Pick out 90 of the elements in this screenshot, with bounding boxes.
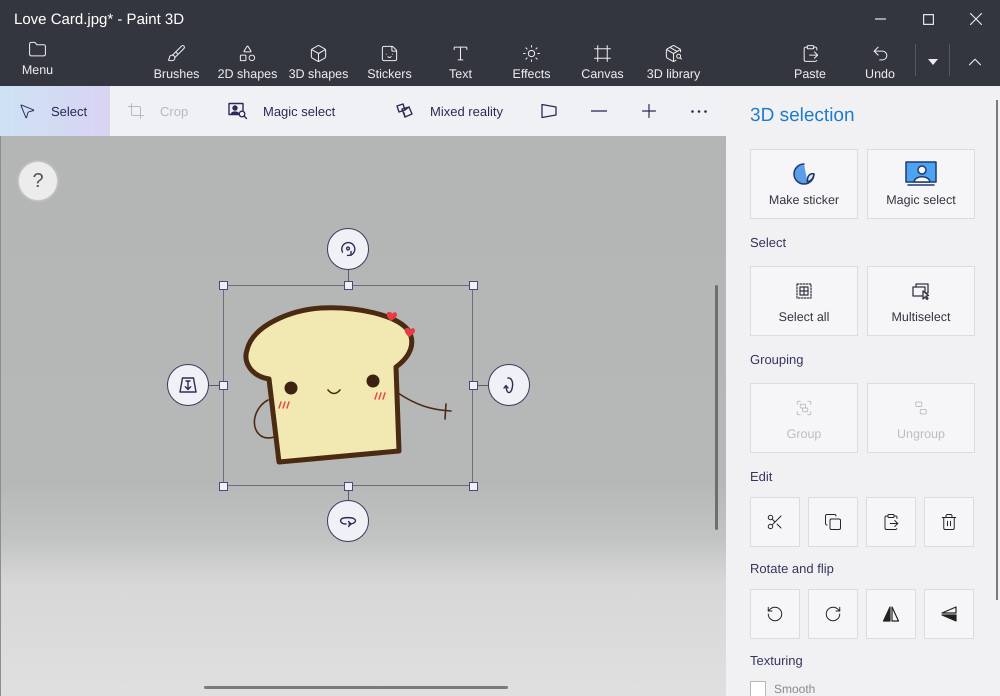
help-button[interactable]: ? [19, 162, 57, 200]
clipboard-icon [800, 44, 820, 63]
magic-select-button[interactable]: Magic select [867, 149, 975, 219]
tool-button[interactable]: Text [425, 38, 496, 86]
tool-button[interactable]: 3D shapes [283, 38, 354, 86]
sticker-icon [792, 162, 816, 186]
scrollbar[interactable] [996, 100, 998, 600]
section-heading: Grouping [750, 351, 804, 369]
resize-handle[interactable] [468, 280, 478, 290]
maximize-icon [922, 14, 934, 24]
resize-handle[interactable] [218, 482, 228, 490]
clipboard-icon [882, 513, 900, 531]
flip-vertical-icon [940, 605, 958, 623]
rotate-handle[interactable] [327, 228, 369, 270]
resize-handle[interactable] [218, 280, 228, 290]
checkbox-label: Smooth [774, 681, 816, 696]
overlapping-cubes-icon [395, 102, 415, 120]
person-search-icon [228, 102, 248, 120]
copy-button[interactable] [808, 497, 858, 547]
crop-icon [127, 102, 145, 120]
horizontal-rotate-handle[interactable] [327, 500, 369, 542]
paste-button[interactable]: Paste [775, 38, 845, 86]
section-heading: Edit [750, 468, 774, 486]
grid-square-icon [796, 283, 812, 299]
sticker-icon [380, 44, 399, 63]
section-heading: Rotate and flip [750, 560, 835, 578]
tool-button[interactable]: Canvas [567, 38, 638, 86]
panel-title: 3D selection [750, 104, 856, 128]
text-icon [451, 44, 470, 63]
flip-horizontal-icon [882, 605, 900, 623]
scrollbar[interactable] [715, 285, 718, 530]
section-heading: Select [750, 234, 788, 252]
tool-tab[interactable]: Mixed reality [380, 86, 524, 136]
scissors-icon [766, 513, 784, 531]
menu-button[interactable]: Menu [0, 38, 75, 86]
multiselect-icon [912, 282, 930, 300]
frame-icon [593, 44, 612, 63]
trapezoid-icon [540, 103, 558, 119]
vertical-rotate-handle[interactable] [488, 364, 530, 406]
copy-icon [824, 513, 842, 531]
flip-horizontal-button[interactable] [866, 589, 916, 639]
rotate-icon [338, 239, 358, 259]
undo-button[interactable]: Undo [845, 38, 915, 86]
minimize-icon [874, 18, 886, 20]
section-heading: Texturing [750, 652, 804, 670]
select-all-button[interactable]: Select all [750, 266, 858, 336]
group-icon [795, 399, 813, 417]
more-icon [691, 110, 707, 112]
paste-button[interactable] [866, 497, 916, 547]
tool-button[interactable]: 2D shapes [212, 38, 283, 86]
person-photo-icon [905, 161, 937, 187]
tool-tab[interactable]: Magic select [220, 86, 380, 136]
tool-tab[interactable]: Select [0, 86, 110, 136]
rotate-left-icon [766, 605, 784, 623]
sun-icon [522, 44, 541, 63]
scrollbar[interactable] [204, 686, 508, 689]
trash-icon [940, 513, 958, 531]
rotate-right-button[interactable] [808, 589, 858, 639]
shapes-icon [238, 44, 257, 63]
connector-line [478, 385, 488, 386]
resize-handle[interactable] [344, 280, 352, 290]
tool-button[interactable]: Stickers [354, 38, 425, 86]
cube-icon [309, 44, 328, 63]
cut-button[interactable] [750, 497, 800, 547]
minus-icon [591, 110, 607, 112]
brush-icon [167, 44, 186, 63]
rotate-left-button[interactable] [750, 589, 800, 639]
checkbox[interactable] [750, 681, 766, 696]
caret-icon [928, 59, 938, 65]
cube-search-icon [664, 44, 683, 63]
resize-handle[interactable] [468, 381, 478, 390]
connector-line [209, 385, 218, 386]
folder-icon [28, 40, 47, 59]
tool-button[interactable]: 3D library [638, 38, 709, 86]
resize-handle[interactable] [218, 381, 228, 390]
trapezoid-arrow-icon [178, 375, 198, 395]
close-icon [970, 13, 982, 25]
multiselect-button[interactable]: Multiselect [867, 266, 975, 336]
cursor-icon [18, 102, 36, 120]
tool-button[interactable]: Effects [496, 38, 567, 86]
tool-button[interactable]: Brushes [141, 38, 212, 86]
resize-handle[interactable] [344, 482, 352, 490]
make-sticker-button[interactable]: Make sticker [750, 149, 858, 219]
push-pull-handle[interactable] [167, 364, 209, 406]
window-title: Love Card.jpg* - Paint 3D [14, 10, 184, 28]
undo-icon [870, 44, 890, 63]
rotate-right-icon [824, 605, 842, 623]
delete-button[interactable] [924, 497, 974, 547]
resize-handle[interactable] [468, 482, 478, 490]
flip-vertical-button[interactable] [924, 589, 974, 639]
